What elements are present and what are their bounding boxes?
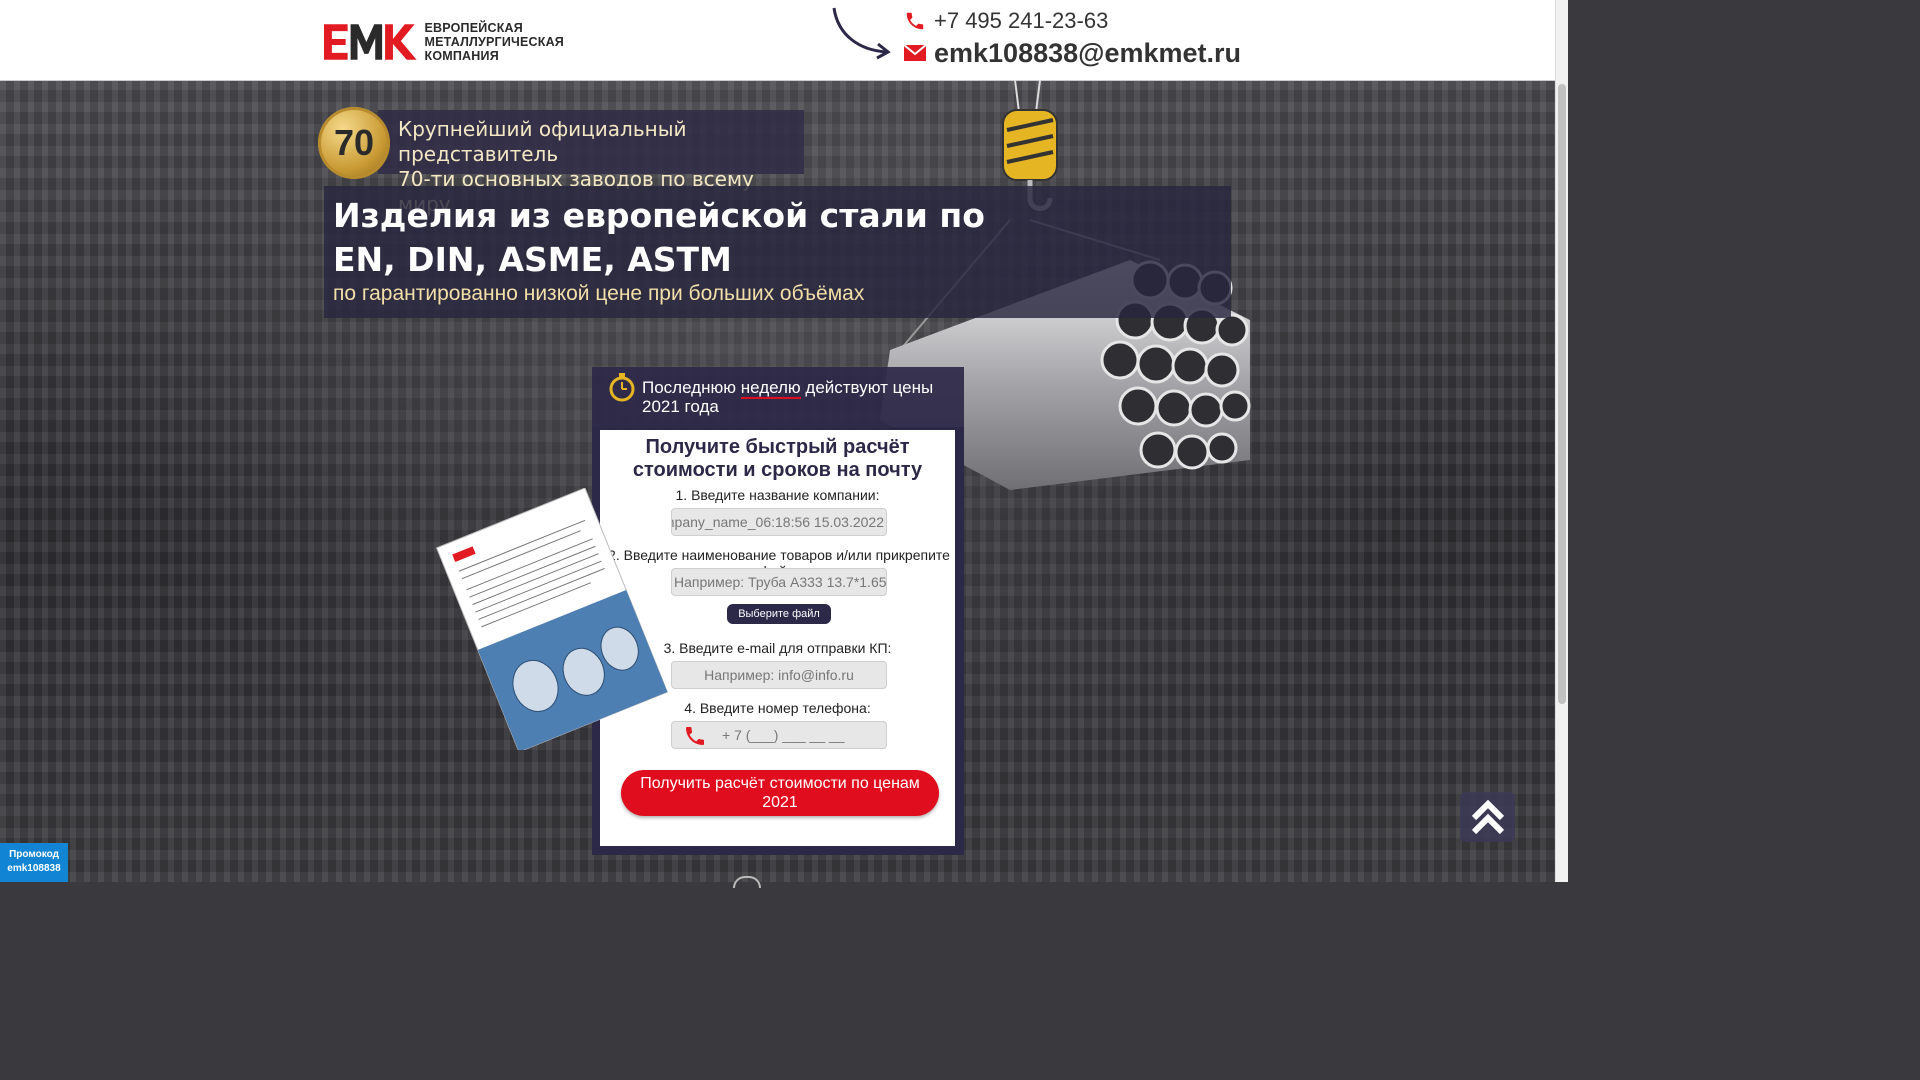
price-offer-document-image bbox=[435, 488, 669, 750]
contact-block: +7 495 241-23-63 emk108838@emkmet.ru bbox=[904, 8, 1241, 70]
phone-icon bbox=[686, 727, 704, 745]
badge-line-1: Крупнейший официальный представитель bbox=[398, 117, 687, 166]
logo-line-1: ЕВРОПЕЙСКАЯ bbox=[424, 21, 523, 35]
items-input[interactable]: Например: Труба A333 13.7*1.65 10 bbox=[671, 568, 887, 596]
phone-icon bbox=[906, 12, 924, 30]
submit-label: Получить расчёт стоимости по ценам 2021 bbox=[640, 775, 920, 811]
hero-subtitle: по гарантированно низкой цене при больши… bbox=[333, 282, 865, 305]
deadline-text-before: Последнюю bbox=[642, 378, 741, 397]
choose-file-button[interactable]: Выберите файл bbox=[727, 604, 831, 624]
deadline-emph: неделю bbox=[740, 378, 801, 399]
hero-title-box: Изделия из европейской стали по EN, DIN,… bbox=[324, 186, 1231, 318]
phone-input-placeholder: + 7 (___) ___ __ __ bbox=[722, 727, 845, 743]
logo-text: ЕВРОПЕЙСКАЯ МЕТАЛЛУРГИЧЕСКАЯ КОМПАНИЯ bbox=[425, 21, 565, 63]
phone-row[interactable]: +7 495 241-23-63 bbox=[904, 8, 1241, 34]
emk-logo[interactable]: ЕВРОПЕЙСКАЯ МЕТАЛЛУРГИЧЕСКАЯ КОМПАНИЯ bbox=[324, 20, 564, 64]
promo-code-badge[interactable]: Промокод emk108838 bbox=[0, 843, 68, 882]
submit-button[interactable]: Получить расчёт стоимости по ценам 2021 bbox=[621, 770, 939, 816]
curved-arrow-icon bbox=[832, 7, 891, 60]
scroll-to-top-button[interactable] bbox=[1460, 792, 1515, 842]
scrollbar-thumb[interactable] bbox=[1558, 84, 1566, 704]
email-address[interactable]: emk108838@emkmet.ru bbox=[934, 38, 1241, 69]
deadline-banner: Последнюю неделю действуют цены 2021 год… bbox=[592, 367, 964, 427]
company-input[interactable]: 15.03.2022 06:18:56_company_name bbox=[671, 508, 887, 536]
stopwatch-icon bbox=[609, 373, 635, 402]
page-scrollbar[interactable] bbox=[1555, 0, 1568, 882]
double-chevron-up-icon bbox=[1471, 799, 1504, 835]
gold-coin-icon: 70 bbox=[318, 107, 390, 179]
logo-line-3: КОМПАНИЯ bbox=[424, 49, 499, 63]
phone-input[interactable]: + 7 (___) ___ __ __ bbox=[671, 721, 887, 749]
envelope-icon bbox=[904, 45, 926, 61]
form-title: Получите быстрый расчёт стоимости и срок… bbox=[632, 436, 923, 481]
factories-badge: 70 Крупнейший официальный представитель … bbox=[318, 107, 806, 216]
deadline-text: Последнюю неделю действуют цены 2021 год… bbox=[642, 378, 960, 416]
phone-number[interactable]: +7 495 241-23-63 bbox=[934, 8, 1108, 34]
promo-label: Промокод bbox=[9, 849, 59, 860]
promo-code: emk108838 bbox=[7, 863, 61, 874]
emk-logo-mark bbox=[324, 24, 417, 60]
email-row[interactable]: emk108838@emkmet.ru bbox=[904, 36, 1241, 70]
logo-line-2: МЕТАЛЛУРГИЧЕСКАЯ bbox=[424, 35, 564, 49]
hero-title: Изделия из европейской стали по EN, DIN,… bbox=[333, 196, 985, 279]
site-header: ЕВРОПЕЙСКАЯ МЕТАЛЛУРГИЧЕСКАЯ КОМПАНИЯ +7… bbox=[0, 0, 1556, 81]
email-input[interactable]: Например: info@info.ru bbox=[671, 661, 887, 689]
